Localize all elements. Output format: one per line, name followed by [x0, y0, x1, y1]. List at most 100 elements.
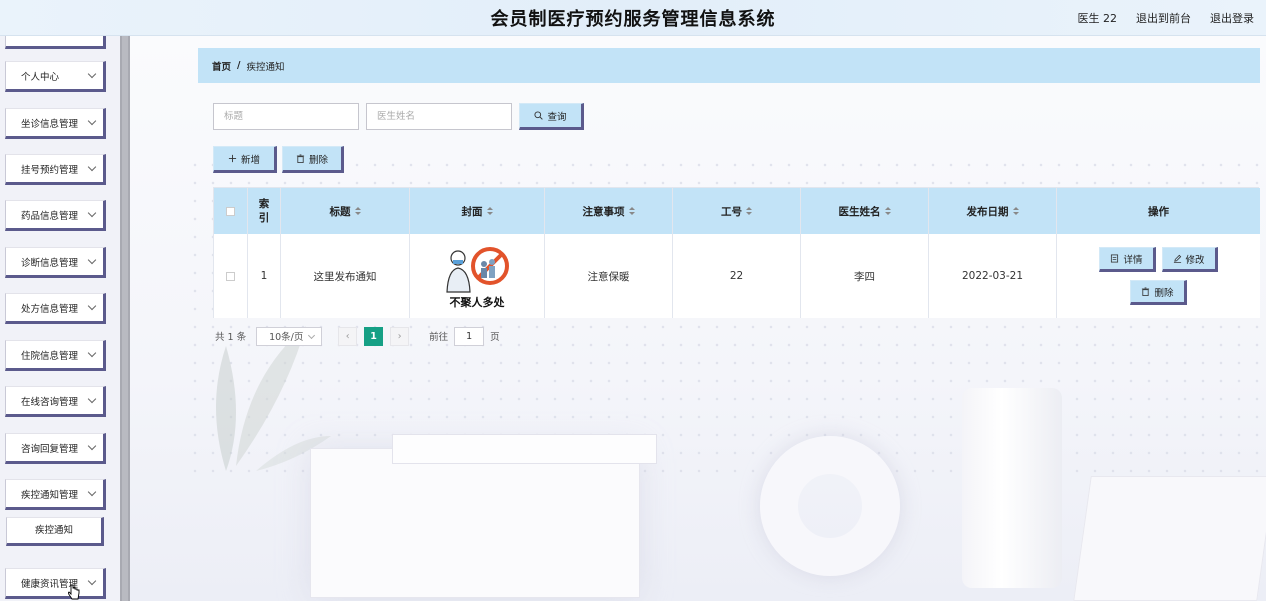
sidebar-subitem-cdc-notice[interactable]: 疾控通知: [6, 517, 104, 546]
select-all-checkbox[interactable]: [226, 206, 235, 216]
page-size-select[interactable]: 10条/页: [256, 326, 323, 346]
prev-page-button[interactable]: ‹: [338, 326, 358, 346]
add-button[interactable]: 新增: [213, 146, 277, 173]
sidebar-item-appointment[interactable]: 挂号预约管理: [5, 154, 106, 185]
chevron-down-icon: [87, 348, 97, 358]
sidebar-item-reply[interactable]: 咨询回复管理: [5, 433, 106, 464]
sidebar-item-label: 个人中心: [21, 71, 60, 83]
delete-button-label: 删除: [308, 154, 328, 166]
column-header-cover[interactable]: 封面: [410, 188, 545, 234]
cell-index: 1: [248, 234, 281, 318]
sidebar-item-label: 疾控通知管理: [21, 489, 79, 501]
column-header-index: 索引: [248, 188, 281, 234]
search-icon: [534, 111, 544, 120]
sidebar-item-drugs[interactable]: 药品信息管理: [5, 200, 106, 231]
sidebar-item-clinic[interactable]: 坐诊信息管理: [5, 108, 106, 139]
page-size-value: 10条/页: [269, 332, 304, 343]
logout-link[interactable]: 退出登录: [1210, 10, 1254, 26]
ops-row: 详情 修改: [1099, 247, 1218, 272]
chevron-down-icon: [87, 162, 97, 172]
doctor-search-input[interactable]: 医生姓名: [366, 103, 512, 130]
sidebar-item-health-news[interactable]: 健康资讯管理: [5, 568, 106, 599]
pagination-total: 共 1 条: [215, 332, 247, 343]
sidebar-item-prescription[interactable]: 处方信息管理: [5, 293, 106, 324]
row-checkbox[interactable]: [226, 271, 235, 281]
chevron-down-icon: [87, 441, 97, 451]
sidebar-item-diagnosis[interactable]: 诊断信息管理: [5, 247, 106, 278]
header-actions: 医生 22 退出到前台 退出登录: [1078, 10, 1255, 26]
column-header-label: 发布日期: [966, 205, 1009, 218]
cover-image[interactable]: 不聚人多处: [442, 244, 512, 309]
top-header: 会员制医疗预约服务管理信息系统 医生 22 退出到前台 退出登录: [0, 0, 1266, 36]
row-delete-button[interactable]: 删除: [1130, 280, 1187, 305]
document-icon: [1111, 254, 1119, 263]
cover-caption: 不聚人多处: [449, 296, 505, 309]
current-user: 医生 22: [1077, 12, 1118, 25]
breadcrumb-current: 疾控通知: [246, 61, 285, 73]
sidebar-item-label: 咨询回复管理: [21, 443, 79, 455]
title-search-input[interactable]: 标题: [213, 103, 359, 130]
column-header-label: 医生姓名: [838, 205, 881, 218]
column-header-label: 标题: [329, 205, 351, 218]
row-select-cell: [214, 234, 248, 318]
chevron-down-icon: [87, 116, 97, 126]
box-decoration: [1073, 476, 1266, 601]
column-header-date[interactable]: 发布日期: [929, 188, 1057, 234]
next-page-button[interactable]: ›: [390, 326, 410, 346]
chevron-down-icon: [308, 331, 316, 339]
sort-icon[interactable]: [746, 206, 752, 216]
chevron-down-icon: [87, 69, 97, 79]
sidebar-item-hospital[interactable]: 住院信息管理: [5, 340, 106, 371]
chevron-down-icon: [87, 576, 97, 586]
sidebar-item-profile[interactable]: 个人中心: [5, 61, 106, 92]
system-title: 会员制医疗预约服务管理信息系统: [490, 9, 776, 30]
box-decoration: [392, 434, 657, 464]
plus-icon: [228, 154, 237, 163]
scrollbar-thumb[interactable]: [122, 36, 128, 601]
edit-button[interactable]: 修改: [1161, 247, 1218, 272]
cell-ops: 详情 修改 删除: [1057, 234, 1260, 318]
sidebar-scrollbar[interactable]: [120, 36, 130, 601]
column-header-ops: 操作: [1148, 205, 1169, 218]
cell-job-no: 22: [673, 234, 801, 318]
cell-notes: 注意保暖: [545, 234, 673, 318]
chevron-down-icon: [87, 487, 97, 497]
detail-button-label: 详情: [1123, 254, 1143, 266]
sidebar-item-top[interactable]: [5, 36, 106, 49]
sort-icon[interactable]: [354, 206, 361, 216]
add-button-label: 新增: [240, 154, 260, 166]
trash-icon: [1142, 287, 1150, 296]
sort-icon[interactable]: [628, 206, 635, 216]
box-decoration: [310, 448, 640, 598]
query-button[interactable]: 查询: [519, 103, 584, 130]
goto-page-input[interactable]: 1: [454, 326, 485, 346]
sort-icon[interactable]: [1012, 206, 1019, 216]
sort-icon[interactable]: [486, 206, 493, 216]
cylinder-decoration: [962, 388, 1062, 588]
column-header-notes[interactable]: 注意事项: [545, 188, 673, 234]
sidebar-item-label: 在线咨询管理: [21, 396, 79, 408]
to-front-link[interactable]: 退出到前台: [1136, 10, 1191, 26]
detail-button[interactable]: 详情: [1099, 247, 1156, 272]
sidebar-item-label: 处方信息管理: [21, 303, 79, 315]
sidebar-item-label: 坐诊信息管理: [21, 118, 79, 130]
ring-decoration: [760, 436, 900, 576]
page-number-1[interactable]: 1: [364, 326, 384, 346]
trash-icon: [296, 154, 305, 163]
notice-table: 索引 标题 封面 注意事项 工号 医生姓名 发布日期 操作 1 这里发布通知 不…: [213, 187, 1260, 318]
chevron-down-icon: [87, 208, 97, 218]
sidebar-item-label: 药品信息管理: [21, 210, 79, 222]
sidebar-item-cdc[interactable]: 疾控通知管理: [5, 479, 106, 510]
column-header-doctor[interactable]: 医生姓名: [801, 188, 929, 234]
chevron-down-icon: [87, 394, 97, 404]
delete-button[interactable]: 删除: [282, 146, 344, 173]
column-header-title[interactable]: 标题: [281, 188, 410, 234]
table-row: 1 这里发布通知 不聚人多处 注意保暖 22 李四 2022-03-21 详情 …: [214, 234, 1260, 318]
chevron-down-icon: [87, 255, 97, 265]
column-header-label: 注意事项: [582, 205, 625, 218]
breadcrumb-separator: /: [237, 60, 241, 71]
sort-icon[interactable]: [884, 206, 891, 216]
sidebar-item-consult[interactable]: 在线咨询管理: [5, 386, 106, 417]
breadcrumb-home[interactable]: 首页: [212, 59, 231, 73]
column-header-job-no[interactable]: 工号: [673, 188, 801, 234]
